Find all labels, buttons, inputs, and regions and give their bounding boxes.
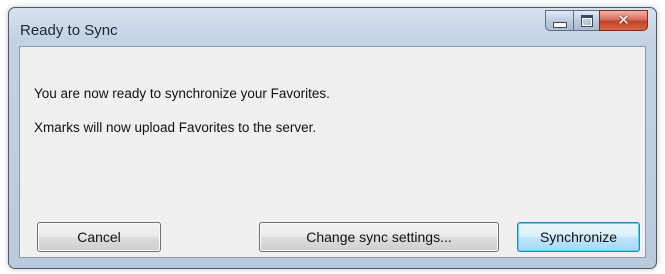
close-icon: ✕ [617, 11, 630, 29]
synchronize-button[interactable]: Synchronize [517, 222, 640, 252]
minimize-icon [552, 21, 567, 28]
minimize-button[interactable] [545, 10, 573, 31]
maximize-icon [580, 14, 593, 27]
window-controls: ✕ [545, 10, 648, 32]
cancel-button[interactable]: Cancel [37, 222, 161, 252]
window-title: Ready to Sync [20, 22, 118, 39]
message-line-1: You are now ready to synchronize your Fa… [34, 86, 330, 101]
close-button[interactable]: ✕ [599, 10, 648, 31]
dialog-window: Ready to Sync ✕ You are now ready to syn… [8, 7, 657, 269]
message-line-2: Xmarks will now upload Favorites to the … [34, 120, 317, 135]
maximize-button[interactable] [573, 10, 599, 31]
title-bar[interactable]: Ready to Sync ✕ [9, 8, 656, 44]
change-sync-settings-button[interactable]: Change sync settings... [259, 222, 499, 252]
dialog-content: You are now ready to synchronize your Fa… [19, 46, 646, 258]
